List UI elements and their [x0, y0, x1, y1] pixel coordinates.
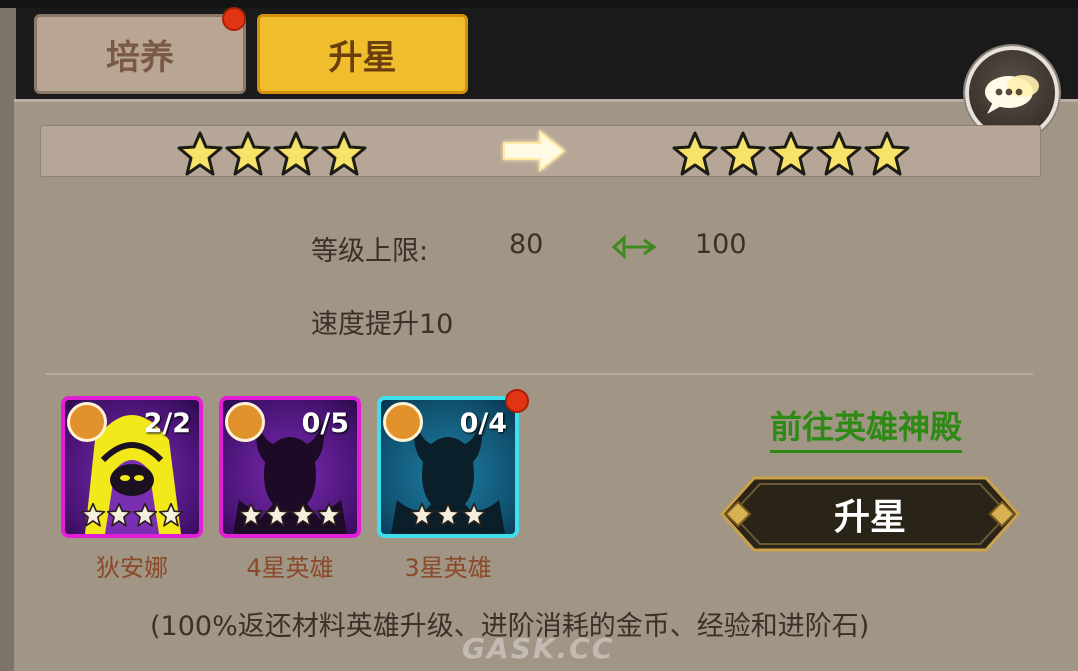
next-stars	[671, 130, 911, 178]
mini-star-icon	[132, 502, 158, 527]
material-stars	[238, 502, 342, 528]
material-name: 4星英雄	[246, 554, 334, 582]
current-stars	[176, 130, 368, 178]
mini-star-icon	[316, 502, 342, 527]
mini-star-icon	[290, 502, 316, 527]
sun-element-icon	[67, 402, 107, 442]
upgrade-star-button[interactable]: 升星	[720, 476, 1020, 552]
tab-upgrade-star-label: 升星	[328, 37, 397, 78]
star-icon	[225, 131, 271, 176]
mini-star-icon	[158, 502, 184, 527]
watermark: GASK.CC	[462, 632, 615, 665]
material-card-4star[interactable]: 0/5	[219, 396, 361, 538]
material-notification-badge	[505, 389, 529, 413]
star-icon	[273, 131, 319, 176]
material-name: 3星英雄	[404, 554, 492, 582]
level-cap-to: 100	[695, 229, 747, 260]
mini-star-icon	[409, 502, 435, 527]
mini-star-icon	[106, 502, 132, 527]
star-icon	[816, 131, 862, 176]
upgrade-panel	[14, 99, 1078, 671]
divider	[46, 373, 1033, 375]
sun-element-icon	[383, 402, 423, 442]
material-stars	[409, 502, 487, 528]
star-icon	[177, 131, 223, 176]
tab-train[interactable]: 培养	[34, 14, 246, 94]
hero-temple-link[interactable]: 前往英雄神殿	[770, 402, 963, 453]
green-arrow-icon	[612, 234, 657, 260]
chat-bubbles-icon	[985, 75, 1039, 114]
mini-star-icon	[435, 502, 461, 527]
bonus-text: 速度提升10	[311, 309, 454, 340]
right-arrow-icon	[503, 129, 566, 173]
tab-train-notification-badge	[222, 7, 246, 31]
mini-star-icon	[238, 502, 264, 527]
sun-element-icon	[225, 402, 265, 442]
star-icon	[672, 131, 718, 176]
tab-upgrade-star[interactable]: 升星	[257, 14, 468, 94]
star-icon	[768, 131, 814, 176]
mini-star-icon	[461, 502, 487, 527]
level-cap-label: 等级上限:	[311, 236, 429, 267]
upgrade-star-button-label: 升星	[833, 497, 906, 538]
mini-star-icon	[80, 502, 106, 527]
material-count: 0/4	[459, 408, 507, 439]
mini-star-icon	[264, 502, 290, 527]
material-name: 狄安娜	[96, 554, 168, 582]
material-count: 0/5	[301, 408, 349, 439]
material-card-diana[interactable]: 2/2	[61, 396, 203, 538]
star-icon	[321, 131, 367, 176]
material-card-3star[interactable]: 0/4	[377, 396, 519, 538]
star-icon	[864, 131, 910, 176]
tab-train-label: 培养	[106, 37, 174, 78]
material-stars	[80, 502, 184, 528]
material-count: 2/2	[143, 408, 191, 439]
level-cap-from: 80	[509, 229, 544, 260]
top-strip	[0, 0, 1078, 8]
star-icon	[720, 131, 766, 176]
